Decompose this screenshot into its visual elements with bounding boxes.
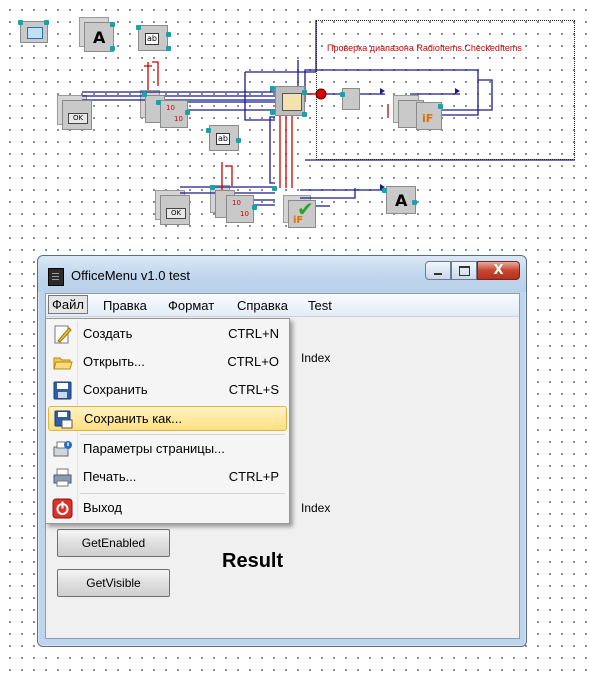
maximize-icon [458,265,470,276]
ab-icon-2: ab [216,133,230,145]
num-10-bottom: 10 [174,115,183,123]
pin [110,22,115,27]
menu-item-shortcut: CTRL+O [227,354,279,369]
check-component: ✔ iF [283,195,316,228]
title-bar[interactable]: OfficeMenu v1.0 test X [38,256,526,292]
annotation-frame: Проверка диапазона RadioItems.CheckedIte… [316,20,575,160]
label-A-icon: A [93,28,106,47]
open-folder-icon [52,352,73,373]
menu-item-open[interactable]: Открыть... CTRL+O [48,350,287,375]
pin [302,112,307,117]
label-A-icon-2: A [395,191,408,210]
ok-icon-2: OK [166,208,186,219]
ab-icon: ab [145,33,159,45]
num-10-bottom-2: 10 [240,210,249,218]
pin [136,25,141,30]
ok-icon: OK [68,113,88,124]
menu-format[interactable]: Формат [164,297,218,314]
menu-item-label: Создать [83,326,133,341]
pin [110,46,115,51]
menu-item-shortcut: CTRL+N [228,326,279,341]
pin [382,188,387,193]
pin [142,92,147,97]
pin [44,20,49,25]
menu-item-print[interactable]: Печать... CTRL+P [48,465,287,490]
pin [166,32,171,37]
menu-item-label: Выход [83,500,122,515]
menu-item-label: Печать... [83,469,137,484]
annotation-text: Проверка диапазона RadioItems.CheckedIte… [327,43,522,53]
caption-buttons: X [425,261,520,282]
pin [185,110,190,115]
if-icon-2: iF [293,215,304,226]
menu-test[interactable]: Test [304,297,336,314]
menu-bar: Файл Правка Формат Справка Test [46,294,519,317]
pin [252,205,257,210]
menu-item-label: Параметры страницы... [83,441,225,456]
app-icon [48,268,64,286]
pin [206,128,211,133]
save-disk-icon [52,380,73,401]
minimize-button[interactable] [425,261,451,280]
window-icon [27,27,43,39]
pin [270,86,275,91]
num-10-top: 10 [166,104,175,112]
menu-help[interactable]: Справка [233,297,292,314]
result-label: Result [222,550,284,572]
button-component-2: OK [155,190,190,225]
pin [412,200,417,205]
menu-separator [80,434,285,435]
pin [270,110,275,115]
power-icon [52,498,73,519]
menu-separator [80,493,285,494]
button-component-1: OK [57,95,92,130]
menu-item-page-setup[interactable]: Параметры страницы... [48,437,287,462]
menu-item-save-as[interactable]: Сохранить как... [48,406,287,431]
minimize-icon [434,272,442,275]
page-setup-icon [52,439,73,460]
maximize-button[interactable] [451,261,477,280]
pin [272,186,277,191]
menu-item-label: Открыть... [83,354,145,369]
new-document-icon [52,324,73,345]
menu-item-label: Сохранить [83,382,148,397]
pin [166,46,171,51]
menu-item-new[interactable]: Создать CTRL+N [48,322,287,347]
index-component-2: 10 10 [226,195,254,223]
menu-item-shortcut: CTRL+S [228,382,279,397]
menu-item-save[interactable]: Сохранить CTRL+S [48,378,287,403]
edit-component-top: ab [138,25,168,51]
menu-file[interactable]: Файл [48,295,88,314]
pin [236,138,241,143]
menu-item-label: Сохранить как... [84,411,182,426]
pin [210,185,215,190]
pin [302,90,307,95]
get-visible-button[interactable]: GetVisible [57,569,170,597]
num-10-top-2: 10 [232,199,241,207]
pin [156,100,161,105]
file-menu-dropdown: Создать CTRL+N Открыть... CTRL+O Сохрани… [45,318,290,524]
window-title: OfficeMenu v1.0 test [71,268,190,283]
index-label-2: Index [301,501,331,515]
save-as-icon [53,409,74,430]
printer-icon [52,467,73,488]
close-button[interactable]: X [477,261,520,280]
index-label-1: Index [301,351,331,365]
office-menu-component [275,86,305,116]
menu-icon [282,93,302,111]
index-component-1: 10 10 [160,100,188,128]
menu-edit[interactable]: Правка [99,297,151,314]
edit-component-mid: ab [209,125,239,151]
menu-item-shortcut: CTRL+P [228,469,279,484]
close-icon: X [493,263,504,278]
pin [18,20,23,25]
get-enabled-button[interactable]: GetEnabled [57,529,170,557]
menu-item-exit[interactable]: Выход [48,496,287,521]
